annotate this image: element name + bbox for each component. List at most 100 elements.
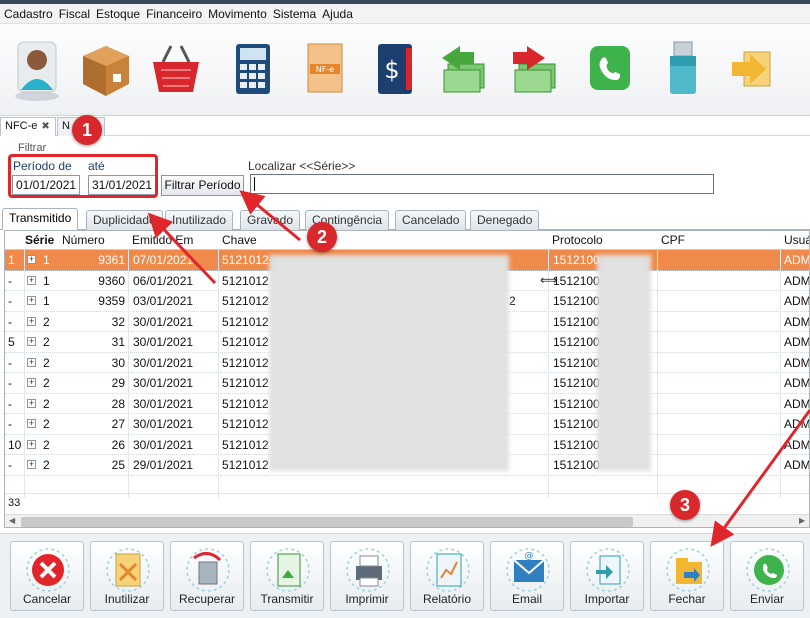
cell-serie: 2: [43, 355, 50, 370]
tab-cancelado[interactable]: Cancelado: [395, 210, 467, 230]
cell-emitido: 30/01/2021: [133, 437, 194, 452]
column-divider: [657, 250, 658, 498]
svg-text:NF-e: NF-e: [316, 65, 334, 74]
row-index: -: [8, 376, 12, 390]
menu-financeiro[interactable]: Financeiro: [146, 7, 202, 21]
inutilizar-button[interactable]: Inutilizar: [90, 541, 164, 611]
relatorio-button[interactable]: Relatório: [410, 541, 484, 611]
cell-serie: 1: [43, 273, 50, 288]
column-divider: [128, 250, 129, 498]
action-label: Imprimir: [345, 592, 389, 606]
cell-serie: 2: [43, 335, 50, 349]
filtrar-periodo-button[interactable]: Filtrar Período: [161, 175, 244, 196]
scroll-left-icon[interactable]: ◀: [9, 516, 15, 525]
tab-denegado[interactable]: Denegado: [470, 210, 540, 230]
box-icon[interactable]: [77, 38, 135, 102]
cell-usuario: ADM: [784, 294, 810, 308]
recuperar-button[interactable]: Recuperar: [170, 541, 244, 611]
header-emitido[interactable]: Emitido Em: [132, 233, 193, 247]
expand-icon[interactable]: +: [27, 296, 36, 305]
expand-icon[interactable]: +: [27, 255, 36, 264]
header-numero[interactable]: Número: [62, 233, 105, 247]
menu-sistema[interactable]: Sistema: [273, 7, 316, 21]
menu-movimento[interactable]: Movimento: [208, 7, 267, 21]
cell-numero: 29: [111, 376, 125, 390]
callout-3: 3: [670, 490, 700, 520]
expand-icon[interactable]: +: [27, 460, 36, 469]
enviar-button[interactable]: Enviar: [730, 541, 804, 611]
expand-icon[interactable]: +: [27, 398, 36, 408]
expand-icon[interactable]: +: [27, 419, 36, 428]
text-caret: [254, 177, 255, 191]
import-icon: [586, 548, 630, 592]
tab-inutilizado[interactable]: Inutilizado: [165, 210, 234, 230]
menu-estoque[interactable]: Estoque: [96, 7, 140, 21]
cell-emitido: 30/01/2021: [133, 355, 194, 370]
row-count: 33: [8, 497, 21, 509]
calculator-icon[interactable]: [224, 38, 282, 102]
fechar-button[interactable]: Fechar: [650, 541, 724, 611]
tab-duplicidade[interactable]: Duplicidade: [86, 210, 163, 230]
exit-arrow-icon[interactable]: [724, 38, 782, 102]
menu-bar: Cadastro Fiscal Estoque Financeiro Movim…: [0, 4, 810, 24]
cell-serie: 2: [43, 458, 50, 472]
scroll-right-icon[interactable]: ▶: [799, 516, 805, 525]
row-index: -: [8, 396, 12, 411]
close-icon[interactable]: ✖: [41, 121, 49, 132]
menu-fiscal[interactable]: Fiscal: [59, 7, 90, 21]
header-serie[interactable]: Série: [25, 233, 54, 247]
cell-serie: 2: [43, 376, 50, 390]
cancelar-button[interactable]: Cancelar: [10, 541, 84, 611]
tab-gravado[interactable]: Gravado: [240, 210, 301, 230]
row-index: -: [8, 458, 12, 472]
grid-header: Série Número Emitido Em Chave Protocolo …: [5, 231, 809, 250]
phone-icon[interactable]: [581, 38, 639, 102]
header-cpf[interactable]: CPF: [661, 233, 685, 247]
tab-transmitido[interactable]: Transmitido: [2, 208, 79, 230]
imprimir-button[interactable]: Imprimir: [330, 541, 404, 611]
expand-icon[interactable]: +: [27, 357, 36, 367]
expand-icon[interactable]: +: [27, 337, 36, 346]
action-label: Cancelar: [22, 592, 72, 606]
header-chave[interactable]: Chave: [222, 233, 257, 247]
nfe-document-icon[interactable]: NF-e: [296, 38, 354, 102]
email-button[interactable]: @ Email: [490, 541, 564, 611]
cash-book-icon[interactable]: $: [366, 38, 424, 102]
svg-text:@: @: [525, 551, 534, 561]
callout-1: 1: [72, 115, 102, 145]
localizar-label: Localizar <<Série>>: [248, 159, 356, 173]
cell-chave: 5121012: [222, 335, 269, 349]
expand-icon[interactable]: +: [27, 275, 36, 285]
header-usuario[interactable]: Usuá: [784, 233, 809, 247]
transmitir-button[interactable]: Transmitir: [250, 541, 324, 611]
expand-icon[interactable]: +: [27, 378, 36, 387]
basket-icon[interactable]: [147, 38, 205, 102]
cell-emitido: 03/01/2021: [133, 294, 194, 308]
row-index: -: [8, 314, 12, 329]
menu-ajuda[interactable]: Ajuda: [322, 7, 353, 21]
importar-button[interactable]: Importar: [570, 541, 644, 611]
header-protocolo[interactable]: Protocolo: [552, 233, 603, 247]
expand-icon[interactable]: +: [27, 439, 36, 449]
money-out-icon[interactable]: [505, 38, 563, 102]
usb-drive-icon[interactable]: [654, 38, 712, 102]
cell-numero: 9359: [98, 294, 125, 308]
action-label: Relatório: [422, 592, 472, 606]
cell-usuario: ADM: [784, 437, 810, 452]
money-in-icon[interactable]: [434, 38, 492, 102]
cell-chave: 5121012: [222, 253, 269, 267]
cell-usuario: ADM: [784, 253, 810, 267]
cell-protocolo: 1512100: [553, 314, 600, 329]
search-input[interactable]: [250, 174, 714, 194]
notes-grid: Série Número Emitido Em Chave Protocolo …: [4, 230, 810, 528]
cell-emitido: 30/01/2021: [133, 417, 194, 431]
cell-protocolo: 1512100: [553, 355, 600, 370]
tab-nfce[interactable]: NFC-e ✖: [0, 117, 56, 136]
printer-icon: [346, 548, 390, 592]
expand-icon[interactable]: +: [27, 316, 36, 326]
menu-cadastro[interactable]: Cadastro: [4, 7, 53, 21]
action-label: Email: [511, 592, 542, 606]
person-icon[interactable]: [8, 38, 66, 102]
scrollbar-thumb[interactable]: [21, 517, 633, 527]
cell-chave: 5121012: [222, 355, 269, 370]
